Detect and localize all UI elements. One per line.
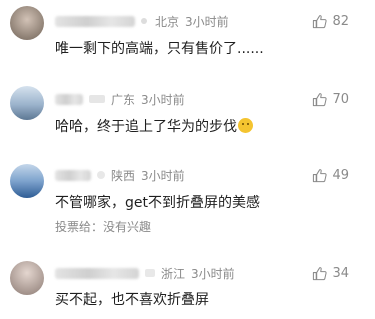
thumbs-up-icon (313, 168, 328, 182)
like-button[interactable]: 49 (312, 166, 349, 184)
username-blurred[interactable] (55, 169, 91, 181)
comment-text: 不管哪家，get不到折叠屏的美感 (55, 195, 260, 211)
user-badge (89, 95, 105, 103)
timestamp: 3小时前 (141, 168, 185, 183)
user-badge (145, 269, 155, 277)
location: 北京 (155, 14, 180, 29)
like-count: 49 (332, 167, 349, 183)
comment-text: 买不起，也不喜欢折叠屏 (55, 292, 209, 308)
username-blurred[interactable] (55, 267, 139, 279)
like-count: 70 (332, 91, 349, 107)
location: 陕西 (111, 168, 136, 183)
username-blurred[interactable] (55, 15, 135, 27)
comment-meta: 广东 3小时前 (55, 90, 185, 108)
avatar[interactable] (10, 164, 44, 198)
avatar[interactable] (10, 86, 44, 120)
like-button[interactable]: 82 (312, 12, 349, 30)
username-blurred[interactable] (55, 93, 83, 105)
comment-text-row: 哈哈，终于追上了华为的步伐 (55, 116, 253, 136)
timestamp: 3小时前 (191, 266, 235, 281)
location: 浙江 (161, 266, 186, 281)
vote-info: 投票给：没有兴趣 (55, 220, 152, 234)
location: 广东 (111, 92, 136, 107)
thumbs-up-icon (313, 92, 328, 106)
comment-meta: 浙江 3小时前 (55, 264, 235, 282)
comment-text: 唯一剩下的高端，只有售价了...... (55, 41, 264, 57)
thumbs-up-icon (313, 14, 328, 28)
timestamp: 3小时前 (185, 14, 229, 29)
user-badge (141, 18, 147, 24)
comment-meta: 陕西 3小时前 (55, 166, 185, 184)
like-count: 34 (332, 265, 349, 281)
comment-meta: 北京 3小时前 (55, 12, 229, 30)
like-button[interactable]: 34 (312, 264, 349, 282)
user-badge (97, 171, 105, 179)
avatar[interactable] (10, 261, 44, 295)
like-button[interactable]: 70 (312, 90, 349, 108)
thinking-face-emoji (238, 118, 253, 133)
avatar[interactable] (10, 6, 44, 40)
thumbs-up-icon (313, 266, 328, 280)
comment-text: 哈哈，终于追上了华为的步伐 (55, 119, 237, 135)
like-count: 82 (332, 13, 349, 29)
timestamp: 3小时前 (141, 92, 185, 107)
